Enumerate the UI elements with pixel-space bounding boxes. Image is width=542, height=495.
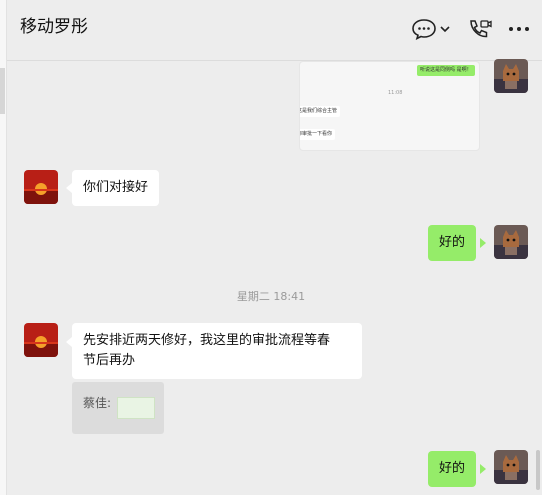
screenshot-line-2: 你审批一下看你 <box>300 129 336 140</box>
message-bubble-contact[interactable]: 先安排近两天修好，我这里的审批流程等春 节后再办 <box>72 323 362 379</box>
screenshot-time: 11:08 <box>388 90 403 96</box>
chat-bubble-icon[interactable] <box>411 18 437 41</box>
avatar-self[interactable] <box>494 450 528 484</box>
avatar-contact[interactable] <box>24 170 58 204</box>
message-bubble-contact[interactable]: 你们对接好 <box>72 170 160 206</box>
quoted-message[interactable]: 蔡佳: <box>72 382 164 434</box>
chevron-down-icon[interactable] <box>438 18 452 40</box>
screenshot-message[interactable]: 听说这是同侧吗 是啊！ 11:08 这是我们综合主管 你审批一下看你 <box>299 61 480 151</box>
message-bubble-self[interactable]: 好的 <box>428 451 477 487</box>
message-list[interactable]: 听说这是同侧吗 是啊！ 11:08 这是我们综合主管 你审批一下看你 你们对接好… <box>7 59 535 495</box>
avatar-self[interactable] <box>494 225 528 259</box>
chat-title: 移动罗彤 <box>20 17 88 37</box>
screenshot-line-1: 这是我们综合主管 <box>300 106 341 117</box>
message-line: 节后再办 <box>83 353 136 368</box>
sidebar-edge <box>0 0 7 495</box>
avatar-self[interactable] <box>494 59 528 93</box>
avatar-contact[interactable] <box>24 323 58 357</box>
time-separator: 星期二 18:41 <box>236 290 306 303</box>
chat-header: 移动罗彤 <box>7 0 542 61</box>
screenshot-green-line: 听说这是同侧吗 是啊！ <box>417 65 475 76</box>
message-line: 先安排近两天修好，我这里的审批流程等春 <box>83 333 331 348</box>
phone-video-icon[interactable] <box>467 18 493 40</box>
more-icon[interactable] <box>506 18 532 40</box>
scrollbar-thumb[interactable] <box>536 450 540 490</box>
message-bubble-self[interactable]: 好的 <box>428 225 477 261</box>
chat-window: 移动罗彤 听说这是同侧吗 是啊！ 11:08 这是我们综合主管 你审批一下看你 <box>0 0 542 495</box>
quote-image-thumbnail[interactable] <box>117 397 155 419</box>
quote-author: 蔡佳: <box>83 396 112 410</box>
